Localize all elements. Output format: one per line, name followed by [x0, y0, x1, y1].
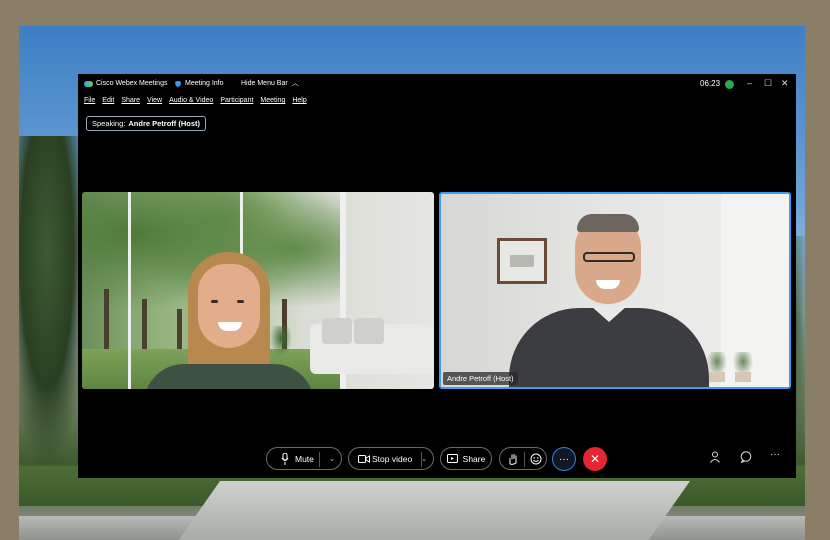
window-frame: [128, 192, 131, 389]
reactions-group: [499, 447, 547, 470]
meeting-info-button[interactable]: Meeting Info: [175, 80, 224, 88]
chevron-down-icon[interactable]: ⌄: [329, 455, 335, 463]
mute-label: Mute: [295, 454, 314, 464]
chevron-down-icon[interactable]: ⌄: [421, 455, 427, 463]
participant-body: [144, 364, 314, 389]
end-call-button[interactable]: ✕: [583, 447, 607, 471]
menu-audio-video[interactable]: Audio & Video: [169, 97, 213, 107]
pillow: [322, 318, 352, 344]
wall-picture-frame: [497, 238, 547, 284]
video-tile-host[interactable]: Andre Petroff (Host): [439, 192, 791, 389]
speaking-prefix: Speaking:: [92, 119, 126, 128]
plant-pot: [709, 372, 725, 382]
participant-eye: [237, 300, 244, 303]
meeting-info-label: Meeting Info: [185, 80, 224, 87]
stop-video-label: Stop video: [372, 454, 413, 464]
chat-icon[interactable]: [740, 451, 752, 463]
webex-logo-icon: [84, 81, 93, 87]
video-tile-participant[interactable]: [82, 192, 434, 389]
share-button[interactable]: Share: [440, 447, 492, 470]
menu-view[interactable]: View: [147, 97, 162, 107]
end-call-icon: ✕: [589, 452, 601, 466]
meeting-timer: 06:23: [700, 79, 721, 88]
minimize-button[interactable]: –: [747, 78, 752, 88]
host-glasses: [583, 252, 635, 262]
wall-corner: [721, 194, 789, 387]
participant-eye: [211, 300, 218, 303]
mute-button[interactable]: Mute ⌄: [266, 447, 342, 470]
close-button[interactable]: ✕: [781, 78, 789, 89]
stop-video-button[interactable]: Stop video ⌄: [348, 447, 434, 470]
microphone-icon: [281, 453, 289, 465]
more-icon: ···: [559, 453, 569, 465]
webex-meeting-window: Cisco Webex Meetings Meeting Info Hide M…: [78, 74, 796, 478]
menu-help[interactable]: Help: [292, 97, 306, 107]
reactions-icon[interactable]: [530, 453, 542, 465]
title-bar: Cisco Webex Meetings Meeting Info Hide M…: [78, 74, 796, 94]
menu-edit[interactable]: Edit: [102, 97, 114, 107]
participant-face: [198, 264, 260, 348]
plant-pot: [735, 372, 751, 382]
house-plant: [270, 326, 292, 356]
video-camera-icon: [358, 454, 370, 464]
menu-share[interactable]: Share: [121, 97, 140, 107]
participant-name-tag: Andre Petroff (Host): [443, 372, 518, 385]
menu-participant[interactable]: Participant: [220, 97, 253, 107]
hide-menu-bar-button[interactable]: Hide Menu Bar ︿: [241, 80, 299, 88]
share-label: Share: [462, 453, 486, 464]
speaking-name: Andre Petroff (Host): [128, 119, 201, 128]
separator: [319, 452, 320, 467]
speaking-indicator: Speaking: Andre Petroff (Host): [86, 116, 207, 131]
separator: [524, 452, 525, 467]
app-title: Cisco Webex Meetings: [84, 80, 167, 88]
chevron-up-icon: ︿: [291, 80, 299, 87]
maximize-button[interactable]: ☐: [764, 78, 772, 89]
more-button[interactable]: ···: [552, 447, 576, 471]
menu-meeting[interactable]: Meeting: [260, 97, 285, 107]
meeting-controls: Mute ⌄ Stop video ⌄ Share ··· ✕ ···: [78, 447, 796, 471]
wallpaper-path: [177, 481, 691, 540]
menu-file[interactable]: File: [84, 97, 95, 107]
status-online-icon: [725, 80, 734, 89]
hide-menu-bar-label: Hide Menu Bar: [241, 80, 288, 87]
menu-bar: File Edit Share View Audio & Video Parti…: [84, 97, 307, 107]
share-screen-icon: [446, 454, 458, 463]
shield-icon: [175, 80, 181, 88]
app-title-text: Cisco Webex Meetings: [96, 80, 168, 87]
host-hair: [577, 214, 639, 232]
pillow: [354, 318, 384, 344]
raise-hand-icon[interactable]: [508, 453, 518, 465]
participants-icon[interactable]: [710, 451, 721, 463]
more-options-icon[interactable]: ···: [770, 449, 780, 460]
